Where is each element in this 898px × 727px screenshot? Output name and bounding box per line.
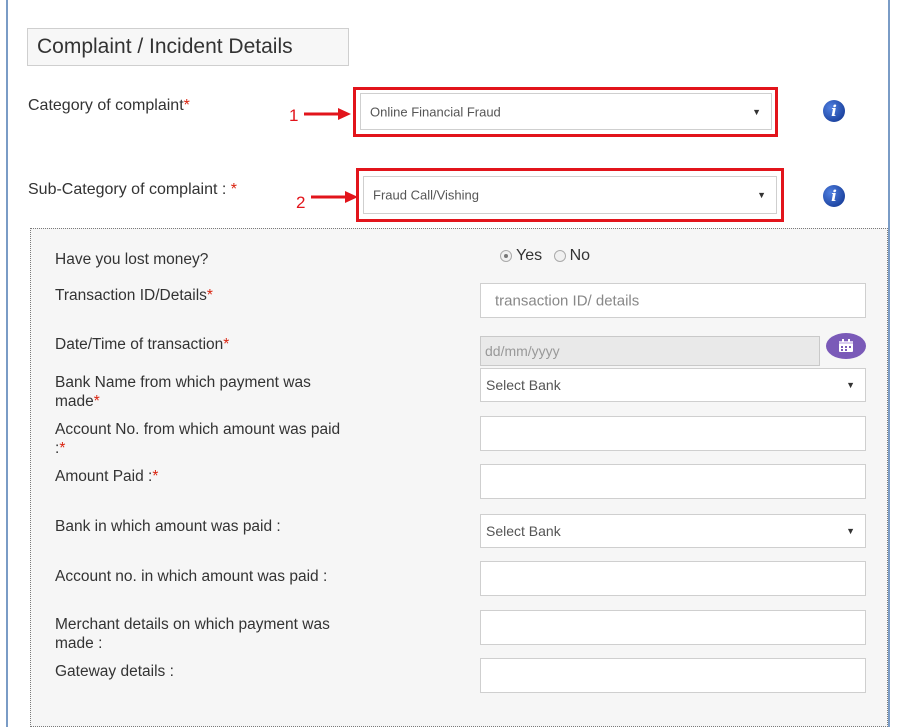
info-icon[interactable]: i xyxy=(823,185,845,207)
gateway-label: Gateway details : xyxy=(55,663,174,680)
callout-arrow-icon xyxy=(304,108,351,120)
transaction-id-label: Transaction ID/Details* xyxy=(55,287,213,304)
subcategory-selected-value: Fraud Call/Vishing xyxy=(373,187,479,203)
payee-bank-select[interactable]: Select Bank ▼ xyxy=(480,514,866,548)
dropdown-arrow-icon: ▼ xyxy=(846,380,855,390)
transaction-date-input[interactable]: dd/mm/yyyy xyxy=(480,336,820,366)
gateway-input[interactable] xyxy=(480,658,866,693)
callout-arrow-icon xyxy=(311,191,358,203)
merchant-label: Merchant details on which payment was ma… xyxy=(55,616,330,652)
dropdown-arrow-icon: ▼ xyxy=(752,106,761,117)
lost-money-radio-group: Yes No xyxy=(500,247,590,265)
dropdown-arrow-icon: ▼ xyxy=(757,190,766,200)
category-selected-value: Online Financial Fraud xyxy=(370,104,501,119)
section-title: Complaint / Incident Details xyxy=(27,28,349,66)
calendar-icon[interactable] xyxy=(826,333,866,359)
payee-bank-label: Bank in which amount was paid : xyxy=(55,518,281,535)
payee-account-input[interactable] xyxy=(480,561,866,596)
no-radio-label: No xyxy=(569,247,591,264)
payer-bank-label: Bank Name from which payment was made* xyxy=(55,374,311,410)
amount-paid-input[interactable] xyxy=(480,464,866,499)
yes-radio[interactable] xyxy=(500,249,512,262)
subcategory-select[interactable]: Fraud Call/Vishing ▼ xyxy=(363,176,777,214)
dropdown-arrow-icon: ▼ xyxy=(846,526,855,536)
callout-number-1: 1 xyxy=(289,106,299,125)
subcategory-label: Sub-Category of complaint : * xyxy=(28,181,237,198)
payer-account-input[interactable] xyxy=(480,416,866,451)
lost-money-label: Have you lost money? xyxy=(55,251,209,268)
category-select[interactable]: Online Financial Fraud ▼ xyxy=(360,93,772,130)
payer-account-label: Account No. from which amount was paid :… xyxy=(55,421,341,457)
callout-number-2: 2 xyxy=(296,193,306,212)
amount-paid-label: Amount Paid :* xyxy=(55,468,159,485)
category-label: Category of complaint* xyxy=(28,97,190,114)
payee-account-label: Account no. in which amount was paid : xyxy=(55,568,328,585)
payer-bank-select[interactable]: Select Bank ▼ xyxy=(480,368,866,402)
info-icon[interactable]: i xyxy=(823,100,845,122)
transaction-id-input[interactable]: transaction ID/ details xyxy=(480,283,866,318)
no-radio[interactable] xyxy=(553,249,566,262)
transaction-date-label: Date/Time of transaction* xyxy=(55,336,230,353)
yes-radio-label: Yes xyxy=(516,247,543,264)
merchant-input[interactable] xyxy=(480,610,866,645)
